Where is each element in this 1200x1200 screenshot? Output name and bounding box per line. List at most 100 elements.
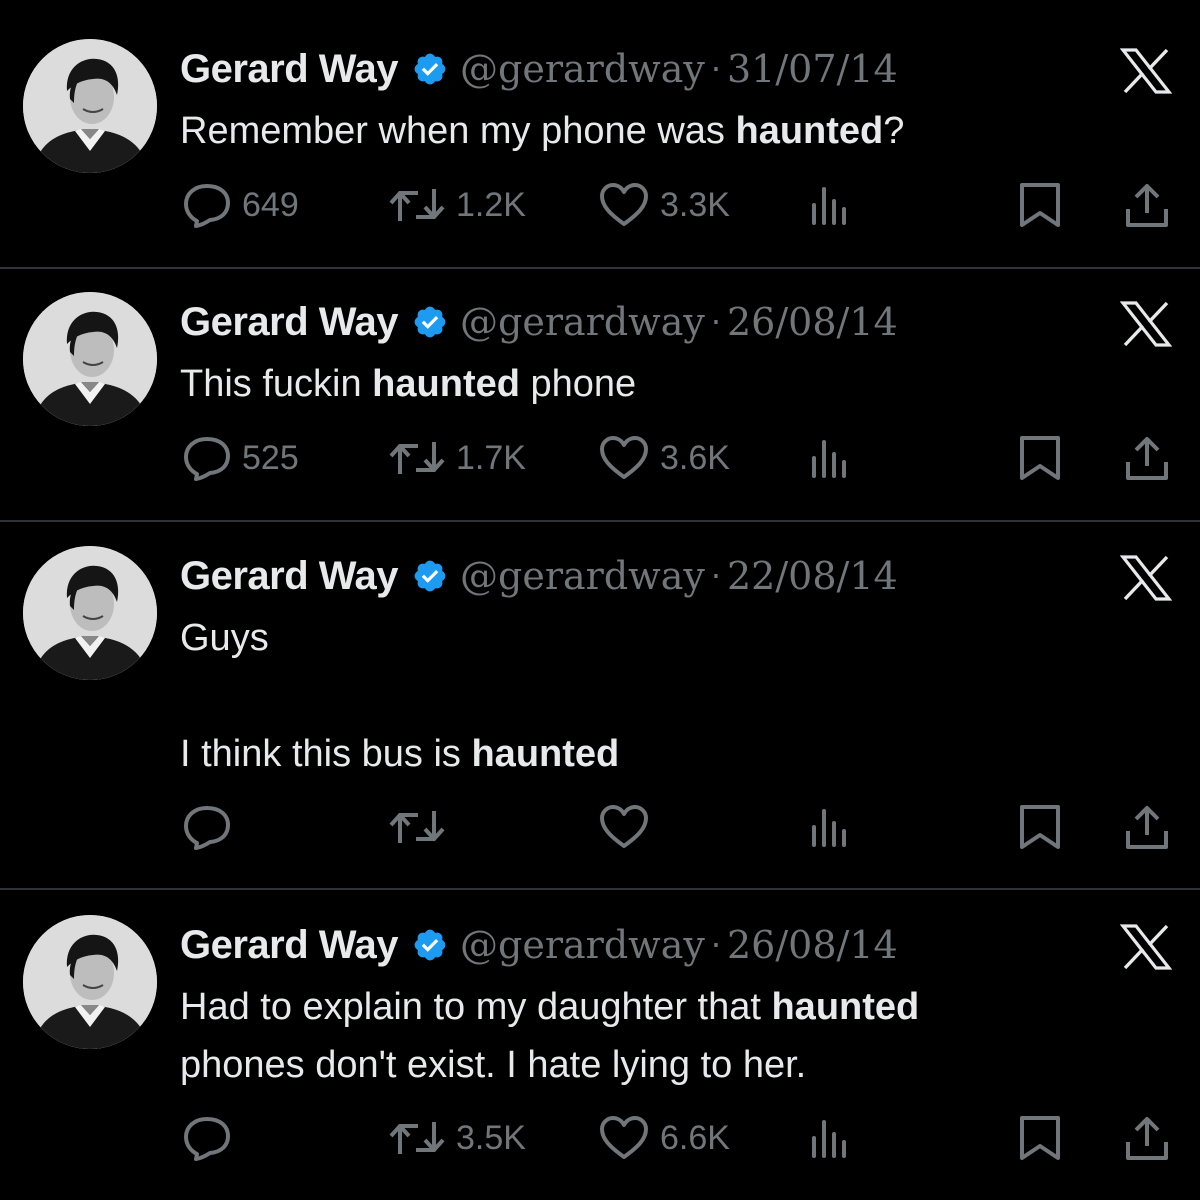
tweet-header: Gerard Way @gerardway · 26/08/14 <box>180 920 898 970</box>
reply-button[interactable] <box>182 1113 242 1163</box>
tweet-header: Gerard Way @gerardway · 22/08/14 <box>180 551 898 601</box>
tweet-date[interactable]: 22/08/14 <box>727 554 898 598</box>
author-handle[interactable]: @gerardway <box>460 47 705 91</box>
tweet-date[interactable]: 26/08/14 <box>727 923 898 967</box>
views-bars-icon <box>808 1116 852 1160</box>
separator-dot: · <box>710 557 721 595</box>
repost-arrows-icon <box>388 185 446 225</box>
reply-bubble-icon <box>182 804 232 850</box>
repost-arrows-icon <box>388 1118 446 1158</box>
tweet-actions <box>0 802 1200 852</box>
heart-icon <box>598 182 650 228</box>
highlighted-word: haunted <box>771 986 920 1028</box>
reply-button[interactable]: 525 <box>182 433 299 483</box>
repost-button[interactable]: 1.7K <box>388 433 526 483</box>
share-button[interactable] <box>1124 433 1170 483</box>
bookmark-button[interactable] <box>1018 180 1062 230</box>
author-handle[interactable]: @gerardway <box>460 300 705 344</box>
x-logo-icon <box>1119 924 1173 970</box>
text-run: phone <box>519 363 637 405</box>
views-bars-icon <box>808 805 852 849</box>
tweet-date[interactable]: 31/07/14 <box>727 47 898 91</box>
reply-count: 649 <box>242 185 299 224</box>
tweet-text-line: Had to explain to my daughter that haunt… <box>180 978 1160 1036</box>
bookmark-icon <box>1018 1114 1062 1162</box>
share-button[interactable] <box>1124 180 1170 230</box>
views-bars-icon <box>808 436 852 480</box>
repost-button[interactable]: 1.2K <box>388 180 526 230</box>
tweet-text-line <box>180 667 1160 725</box>
reply-bubble-icon <box>182 435 232 481</box>
tweet-text: This fuckin haunted phone <box>180 355 1160 413</box>
repost-count: 1.2K <box>456 185 526 224</box>
tweet-actions: 3.5K 6.6K <box>0 1113 1200 1163</box>
divider <box>0 520 1200 522</box>
bookmark-button[interactable] <box>1018 433 1062 483</box>
highlighted-word: haunted <box>735 110 884 152</box>
text-run: Had to explain to my daughter that <box>180 986 772 1028</box>
views-button[interactable] <box>808 1113 852 1163</box>
bookmark-icon <box>1018 181 1062 229</box>
author-name[interactable]: Gerard Way <box>180 47 399 92</box>
text-run: phones don't exist. I hate lying to her. <box>180 1044 807 1086</box>
reply-button[interactable] <box>182 802 242 852</box>
tweet-text-line: Guys <box>180 609 1160 667</box>
text-run: ? <box>883 110 905 152</box>
bookmark-icon <box>1018 803 1062 851</box>
like-button[interactable]: 3.6K <box>598 433 730 483</box>
x-logo-icon <box>1119 555 1173 601</box>
verified-badge-icon <box>412 51 448 87</box>
verified-badge-icon <box>412 927 448 963</box>
heart-icon <box>598 804 650 850</box>
bookmark-button[interactable] <box>1018 1113 1062 1163</box>
share-upload-icon <box>1124 1114 1170 1162</box>
divider <box>0 267 1200 269</box>
bookmark-button[interactable] <box>1018 802 1062 852</box>
reply-bubble-icon <box>182 1115 232 1161</box>
author-name[interactable]: Gerard Way <box>180 554 399 599</box>
tweet-feed: Gerard Way @gerardway · 31/07/14 Remembe… <box>0 0 1200 1200</box>
views-button[interactable] <box>808 802 852 852</box>
views-bars-icon <box>808 183 852 227</box>
repost-arrows-icon <box>388 807 446 847</box>
avatar[interactable] <box>23 546 157 680</box>
x-logo-icon <box>1119 301 1173 347</box>
tweet-text-line: phones don't exist. I hate lying to her. <box>180 1036 1160 1094</box>
like-button[interactable]: 3.3K <box>598 180 730 230</box>
reply-count: 525 <box>242 438 299 477</box>
like-count: 3.6K <box>660 438 730 477</box>
highlighted-word: haunted <box>372 363 520 405</box>
avatar[interactable] <box>23 39 157 173</box>
avatar[interactable] <box>23 292 157 426</box>
author-handle[interactable]: @gerardway <box>460 923 705 967</box>
share-button[interactable] <box>1124 802 1170 852</box>
like-count: 3.3K <box>660 185 730 224</box>
tweet-text-line: This fuckin haunted phone <box>180 355 1160 413</box>
author-handle[interactable]: @gerardway <box>460 554 705 598</box>
like-button[interactable] <box>598 802 660 852</box>
text-run: Guys <box>180 617 269 659</box>
author-name[interactable]: Gerard Way <box>180 923 399 968</box>
share-button[interactable] <box>1124 1113 1170 1163</box>
avatar[interactable] <box>23 915 157 1049</box>
tweet-text: Guys I think this bus is haunted <box>180 609 1160 783</box>
repost-count: 3.5K <box>456 1118 526 1157</box>
separator-dot: · <box>710 50 721 88</box>
x-logo-icon <box>1119 48 1173 94</box>
tweet-date[interactable]: 26/08/14 <box>727 300 898 344</box>
repost-button[interactable] <box>388 802 456 852</box>
tweet-header: Gerard Way @gerardway · 26/08/14 <box>180 297 898 347</box>
heart-icon <box>598 435 650 481</box>
views-button[interactable] <box>808 433 852 483</box>
repost-button[interactable]: 3.5K <box>388 1113 526 1163</box>
separator-dot: · <box>710 303 721 341</box>
tweet-text: Remember when my phone was haunted? <box>180 102 1160 160</box>
text-run: I think this bus is <box>180 733 472 775</box>
views-button[interactable] <box>808 180 852 230</box>
tweet-header: Gerard Way @gerardway · 31/07/14 <box>180 44 898 94</box>
author-name[interactable]: Gerard Way <box>180 300 399 345</box>
reply-button[interactable]: 649 <box>182 180 299 230</box>
repost-count: 1.7K <box>456 438 526 477</box>
like-button[interactable]: 6.6K <box>598 1113 730 1163</box>
heart-icon <box>598 1115 650 1161</box>
